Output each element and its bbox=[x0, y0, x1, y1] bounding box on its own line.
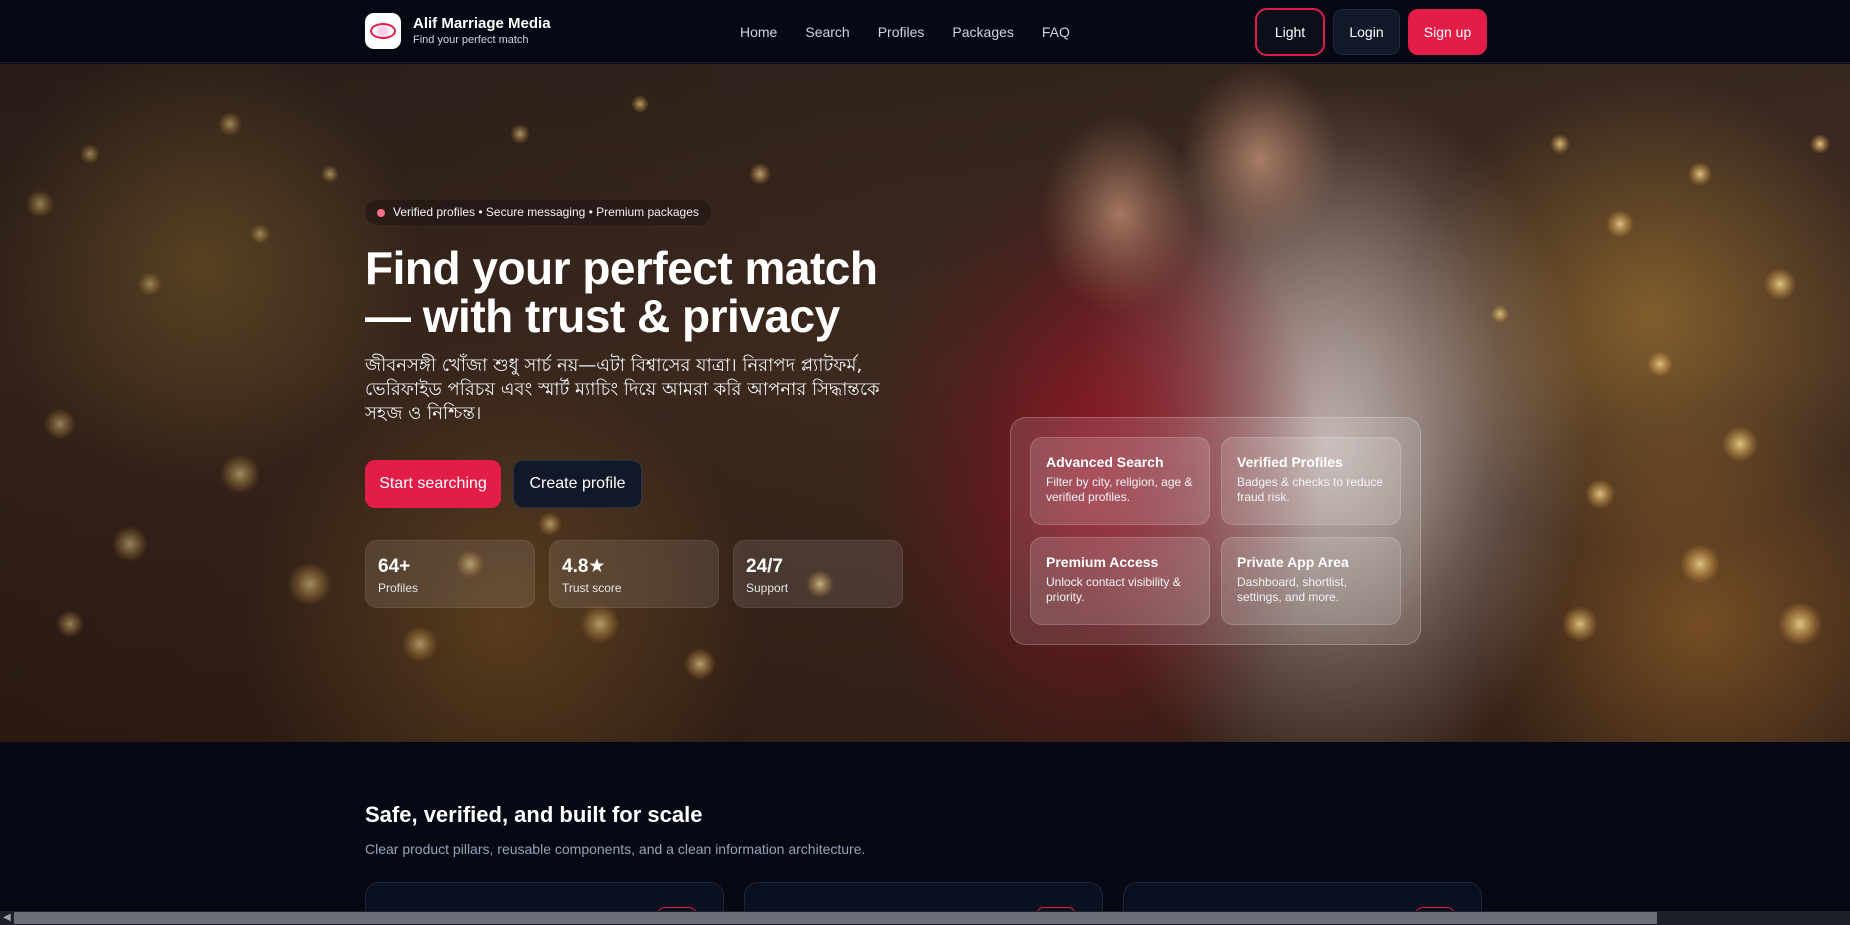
nav-search[interactable]: Search bbox=[805, 22, 849, 42]
brand[interactable]: Alif Marriage Media Find your perfect ma… bbox=[365, 13, 551, 49]
feature-desc: Unlock contact visibility & priority. bbox=[1046, 575, 1181, 604]
stat-value: 4.8★ bbox=[562, 556, 606, 577]
horizontal-scrollbar[interactable]: ◀ bbox=[0, 911, 1850, 925]
section-subtitle: Clear product pillars, reusable componen… bbox=[365, 841, 866, 857]
brand-tagline: Find your perfect match bbox=[413, 33, 529, 46]
feature-title: Private App Area bbox=[1237, 554, 1349, 570]
theme-toggle-button[interactable]: Light bbox=[1255, 8, 1325, 56]
login-button[interactable]: Login bbox=[1333, 9, 1400, 55]
nav-actions: Light Login Sign up bbox=[1255, 8, 1487, 56]
scroll-left-arrow-icon[interactable]: ◀ bbox=[3, 912, 13, 924]
start-searching-button[interactable]: Start searching bbox=[365, 460, 501, 508]
signup-button[interactable]: Sign up bbox=[1408, 9, 1487, 55]
feature-card-premium-access: Premium Access Unlock contact visibility… bbox=[1030, 537, 1210, 625]
feature-desc: Dashboard, shortlist, settings, and more… bbox=[1237, 575, 1348, 604]
main-nav: Home Search Profiles Packages FAQ bbox=[740, 22, 1070, 42]
feature-desc: Badges & checks to reduce fraud risk. bbox=[1237, 475, 1384, 504]
hero-title: Find your perfect match — with trust & p… bbox=[365, 242, 878, 342]
stat-label: Trust score bbox=[562, 581, 622, 595]
hero-pill-text: Verified profiles • Secure messaging • P… bbox=[393, 205, 699, 219]
feature-desc: Filter by city, religion, age & verified… bbox=[1046, 475, 1193, 504]
nav-faq[interactable]: FAQ bbox=[1042, 22, 1070, 42]
stat-label: Profiles bbox=[378, 581, 419, 595]
feature-title: Premium Access bbox=[1046, 554, 1159, 570]
hero-feature-pill: Verified profiles • Secure messaging • P… bbox=[365, 200, 711, 225]
status-dot-icon bbox=[377, 209, 385, 217]
stat-label: Support bbox=[746, 581, 789, 595]
feature-card-verified-profiles: Verified Profiles Badges & checks to red… bbox=[1221, 437, 1401, 525]
brand-logo bbox=[365, 13, 401, 49]
stat-card-support: 24/7 Support bbox=[733, 540, 903, 608]
nav-packages[interactable]: Packages bbox=[952, 22, 1013, 42]
create-profile-button[interactable]: Create profile bbox=[513, 460, 642, 508]
hero-cta-group: Start searching Create profile bbox=[365, 460, 642, 508]
stat-value: 24/7 bbox=[746, 556, 783, 577]
stat-card-profiles: 64+ Profiles bbox=[365, 540, 535, 608]
feature-card-advanced-search: Advanced Search Filter by city, religion… bbox=[1030, 437, 1210, 525]
section-title: Safe, verified, and built for scale bbox=[365, 802, 703, 827]
brand-name: Alif Marriage Media bbox=[413, 14, 551, 32]
stat-value: 64+ bbox=[378, 556, 411, 577]
feature-title: Advanced Search bbox=[1046, 454, 1164, 470]
scrollbar-thumb[interactable] bbox=[14, 912, 1657, 924]
hero-subtitle: জীবনসঙ্গী খোঁজা শুধু সার্চ নয়—এটা বিশ্ব… bbox=[365, 355, 880, 424]
feature-panel: Advanced Search Filter by city, religion… bbox=[1010, 417, 1421, 645]
hero-section: Verified profiles • Secure messaging • P… bbox=[0, 64, 1850, 742]
feature-card-private-app-area: Private App Area Dashboard, shortlist, s… bbox=[1221, 537, 1401, 625]
hero-stats: 64+ Profiles 4.8★ Trust score 24/7 Suppo… bbox=[365, 540, 903, 608]
nav-home[interactable]: Home bbox=[740, 22, 777, 42]
nav-profiles[interactable]: Profiles bbox=[878, 22, 925, 42]
feature-title: Verified Profiles bbox=[1237, 454, 1343, 470]
top-navbar: Alif Marriage Media Find your perfect ma… bbox=[0, 0, 1850, 63]
stat-card-trust-score: 4.8★ Trust score bbox=[549, 540, 719, 608]
